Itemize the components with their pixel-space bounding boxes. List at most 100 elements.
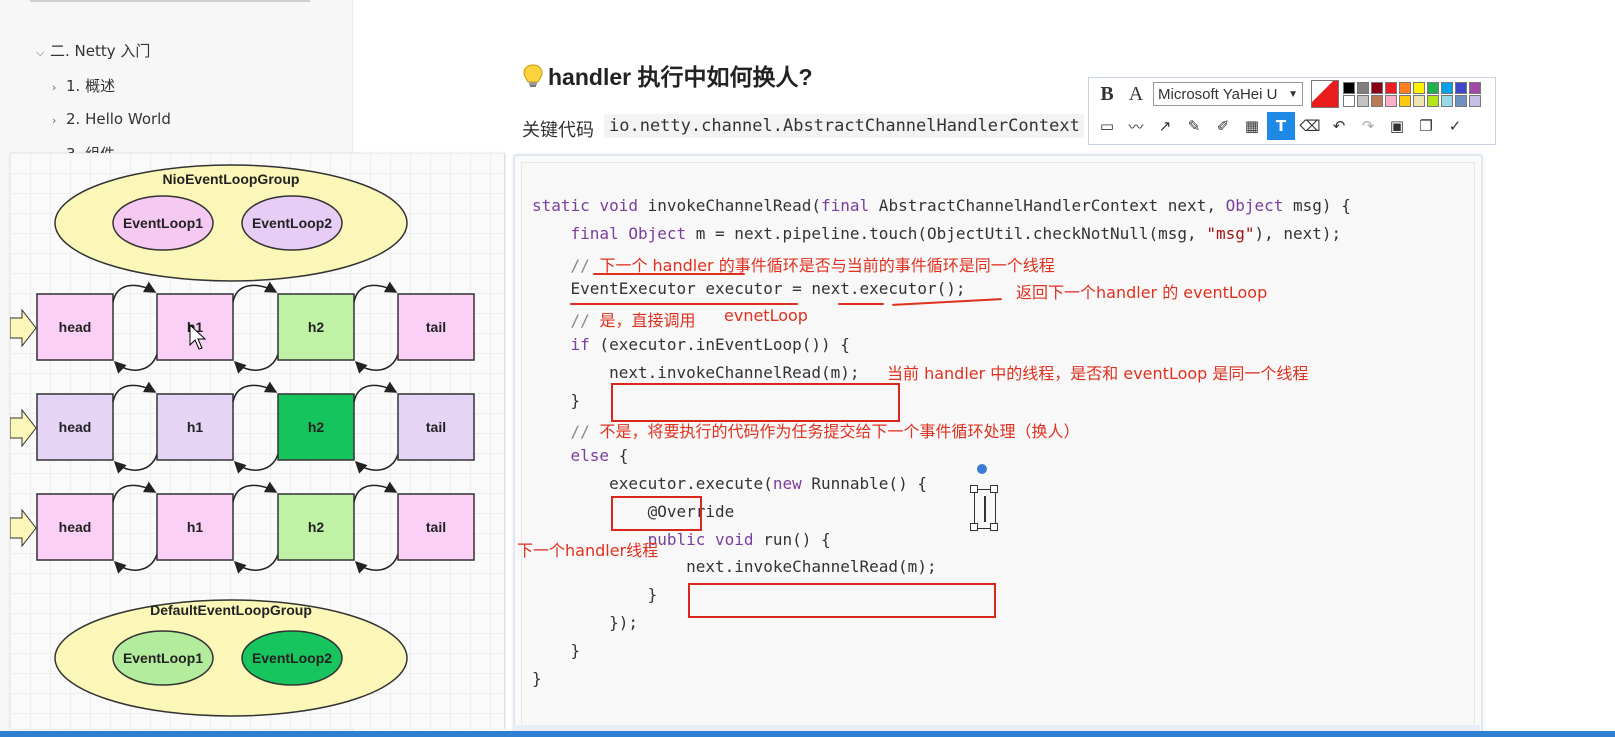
code-line: // 下一个 handler 的事件循环是否与当前的事件循环是同一个线程 (570, 255, 1055, 275)
color-swatch[interactable] (1357, 81, 1369, 94)
code-block-inner (521, 162, 1475, 732)
pipeline-link-forward (232, 381, 278, 403)
sidebar-item-netty-intro[interactable]: ⌵ 二. Netty 入门 (36, 40, 150, 61)
underline-next (838, 303, 884, 305)
confirm-icon[interactable]: ✓ (1441, 112, 1469, 140)
mosaic-tool-icon[interactable]: ▦ (1238, 112, 1266, 140)
sidebar-item-components[interactable]: ›3. 组件 (52, 143, 115, 153)
polyline-tool-icon[interactable]: 〰 (1122, 112, 1150, 140)
pipeline-link-forward (232, 281, 278, 303)
chevron-right-icon: › (52, 81, 57, 94)
pipeline-link-backward (354, 453, 399, 474)
color-swatch[interactable] (1343, 94, 1355, 107)
section-heading: handler 执行中如何换人? (522, 58, 813, 92)
pipeline-node-label: h1 (187, 519, 204, 535)
color-swatch[interactable] (1469, 81, 1481, 94)
annotation-same-thread: 当前 handler 中的线程，是否和 eventLoop 是同一个线程 (887, 364, 1309, 383)
pipeline-node-label: head (59, 419, 92, 435)
code-line: if (executor.inEventLoop()) { (570, 335, 850, 354)
sidebar-search-underline (30, 0, 310, 2)
box-invoke-direct (611, 383, 900, 422)
pipelines: head h1 h2 tailhead h1 h2 tailhead h1 h2 tail (9, 281, 475, 574)
pipeline-link-forward (232, 481, 278, 503)
box-invoke-in-run (688, 583, 996, 618)
pipeline-node-label: tail (426, 319, 446, 335)
key-code-class: io.netty.channel.AbstractChannelHandlerC… (604, 114, 1084, 138)
copy-icon[interactable]: ❐ (1412, 112, 1440, 140)
text-tool-icon[interactable]: T (1267, 112, 1295, 140)
box-executor (611, 496, 702, 531)
resize-handle-br[interactable] (990, 523, 998, 531)
color-swatch[interactable] (1427, 94, 1439, 107)
rotate-handle[interactable] (977, 464, 987, 474)
pipeline-input-arrow (9, 408, 37, 448)
color-swatch[interactable] (1413, 81, 1425, 94)
resize-handle-tr[interactable] (990, 485, 998, 493)
code-line: EventExecutor executor = next.executor()… (532, 279, 966, 299)
pipeline-link-backward (233, 553, 279, 574)
color-swatch[interactable] (1357, 94, 1369, 107)
color-swatch[interactable] (1371, 94, 1383, 107)
resize-handle-bl[interactable] (970, 523, 978, 531)
pipeline-link-forward (353, 381, 398, 403)
resize-handle-tl[interactable] (970, 485, 978, 493)
code-line: }); (532, 613, 638, 632)
color-swatch[interactable] (1343, 81, 1355, 94)
pipeline-node-label: h1 (187, 419, 204, 435)
font-select[interactable]: Microsoft YaHei U ▼ (1153, 82, 1303, 106)
sidebar-item-hello-world[interactable]: › 2. Hello World (52, 110, 171, 128)
bold-button[interactable]: B (1093, 80, 1121, 108)
pipeline-link-backward (233, 453, 279, 474)
pipeline-node-label: h2 (308, 319, 325, 335)
color-swatch[interactable] (1455, 94, 1467, 107)
annotation-next-thread: 下一个handler线程 (517, 541, 659, 560)
marker-tool-icon[interactable]: ✐ (1209, 112, 1237, 140)
undo-icon[interactable]: ↶ (1325, 112, 1353, 140)
pipeline-node-label: tail (426, 419, 446, 435)
annotation-evnetloop: evnetLoop (724, 306, 808, 325)
pipeline-node-label: head (59, 319, 92, 335)
chevron-right-icon: › (52, 114, 57, 127)
font-style-button[interactable]: A (1122, 80, 1150, 108)
event-loop-diagram: NioEventLoopGroup EventLoop1 EventLoop2 … (9, 153, 505, 729)
code-line: static void invokeChannelRead(final Abst… (532, 196, 1351, 215)
lightbulb-icon (523, 64, 543, 87)
pipeline-node-label: h2 (308, 519, 325, 535)
color-swatch[interactable] (1441, 81, 1453, 94)
default-group-label: DefaultEventLoopGroup (150, 602, 312, 618)
pen-tool-icon[interactable]: ✎ (1180, 112, 1208, 140)
pipeline-link-forward (353, 481, 398, 503)
arrow-tool-icon[interactable]: ↗ (1151, 112, 1179, 140)
color-swatch[interactable] (1427, 81, 1439, 94)
pipeline-link-backward (113, 453, 158, 474)
diagram-canvas: NioEventLoopGroup EventLoop1 EventLoop2 … (9, 164, 475, 717)
eraser-tool-icon[interactable]: ⌫ (1296, 112, 1324, 140)
sidebar-item-overview[interactable]: › 1. 概述 (52, 75, 115, 96)
bottom-event-loop-1-label: EventLoop1 (123, 650, 203, 666)
pipeline-link-backward (233, 353, 279, 374)
pipeline-link-forward (112, 381, 157, 403)
color-swatch[interactable] (1399, 94, 1411, 107)
color-swatch[interactable] (1399, 81, 1411, 94)
rect-tool-icon[interactable]: ▭ (1093, 112, 1121, 140)
top-event-loop-2-label: EventLoop2 (252, 215, 332, 231)
pipeline-node-label: tail (426, 519, 446, 535)
code-line: } (532, 390, 581, 410)
code-line: next.invokeChannelRead(m); (532, 362, 860, 382)
color-swatch[interactable] (1385, 94, 1397, 107)
redo-icon[interactable]: ↷ (1354, 112, 1382, 140)
color-swatch[interactable] (1385, 81, 1397, 94)
color-palette (1343, 81, 1482, 107)
save-icon[interactable]: ▣ (1383, 112, 1411, 140)
color-swatch[interactable] (1413, 94, 1425, 107)
underline-event-executor (570, 303, 798, 305)
color-swatch[interactable] (1455, 81, 1467, 94)
color-swatch[interactable] (1371, 81, 1383, 94)
current-color-swatch[interactable] (1311, 80, 1339, 108)
color-swatch[interactable] (1441, 94, 1453, 107)
pipeline-input-arrow (9, 508, 37, 548)
code-line: else { (570, 446, 629, 466)
nio-group-label: NioEventLoopGroup (163, 171, 300, 187)
chevron-down-icon: ⌵ (36, 46, 45, 59)
color-swatch[interactable] (1469, 94, 1481, 107)
